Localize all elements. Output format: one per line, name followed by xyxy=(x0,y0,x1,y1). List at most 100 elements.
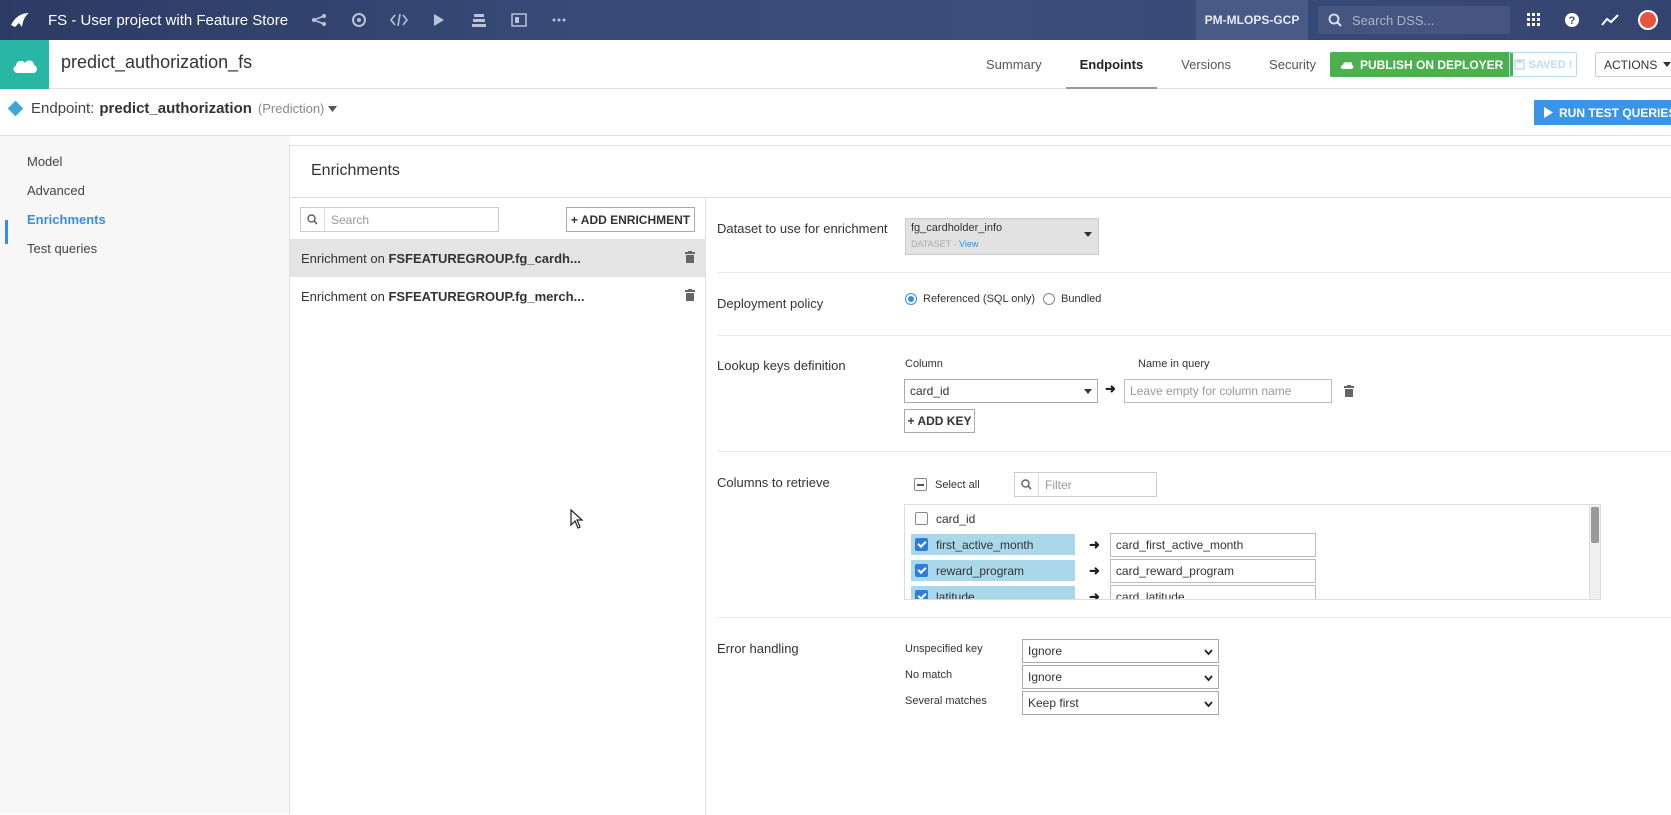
nav-item-model[interactable]: Model xyxy=(27,154,62,169)
enrichment-detail: Dataset to use for enrichment fg_cardhol… xyxy=(707,198,1671,815)
more-icon[interactable] xyxy=(548,9,570,31)
no-match-value: Ignore xyxy=(1028,670,1063,684)
enrichment-prefix: Enrichment on xyxy=(301,250,389,266)
enrichment-list-item[interactable]: Enrichment on FSFEATUREGROUP.fg_merch... xyxy=(290,277,705,315)
column-toggle[interactable]: latitude xyxy=(911,586,1075,599)
radio-dot[interactable] xyxy=(1043,293,1055,305)
column-row: first_active_month ➜ card_first_active_m… xyxy=(911,532,1316,557)
no-match-select[interactable]: Ignore xyxy=(1022,665,1219,689)
actions-dropdown[interactable]: ACTIONS xyxy=(1595,52,1671,77)
search-placeholder: Search xyxy=(331,212,370,227)
add-key-button[interactable]: + ADD KEY xyxy=(904,409,975,433)
dataset-select[interactable]: fg_cardholder_info DATASET - View xyxy=(905,218,1099,255)
column-toggle[interactable]: first_active_month xyxy=(911,534,1075,555)
column-alias-input[interactable]: card_first_active_month xyxy=(1109,532,1316,557)
endpoint-type: (Prediction) xyxy=(257,101,325,116)
nav-item-test-queries[interactable]: Test queries xyxy=(27,241,97,256)
help-icon[interactable]: ? xyxy=(1562,10,1582,30)
column-alias-input[interactable]: card_reward_program xyxy=(1109,558,1316,583)
lookup-column-select[interactable]: card_id xyxy=(904,379,1098,403)
column-checkbox[interactable] xyxy=(915,538,928,551)
search-icon xyxy=(1328,13,1342,27)
service-header: predict_authorization_fs Summary Endpoin… xyxy=(0,40,1671,89)
column-filter-input[interactable]: Filter xyxy=(1014,472,1157,497)
run-test-queries-button[interactable]: RUN TEST QUERIES xyxy=(1534,100,1671,125)
radio-dot[interactable] xyxy=(905,293,917,305)
columns-scrollbar[interactable] xyxy=(1589,505,1600,599)
nav-item-enrichments[interactable]: Enrichments xyxy=(27,212,106,227)
saved-button[interactable]: SAVED ! xyxy=(1509,52,1577,77)
global-search-input[interactable]: Search DSS... xyxy=(1318,6,1510,34)
code-icon[interactable] xyxy=(388,9,410,31)
column-checkbox[interactable] xyxy=(915,564,928,577)
column-toggle[interactable]: reward_program xyxy=(911,560,1075,581)
svg-text:?: ? xyxy=(1569,15,1576,27)
arrow-right-icon: ➜ xyxy=(1089,562,1100,578)
several-matches-select[interactable]: Keep first xyxy=(1022,691,1219,715)
nav-item-advanced[interactable]: Advanced xyxy=(27,183,85,198)
radio-referenced[interactable]: Referenced (SQL only) xyxy=(905,293,1035,305)
column-row: latitude ➜ card_latitude xyxy=(911,584,1316,599)
lab-icon[interactable] xyxy=(348,9,370,31)
dataset-view-link[interactable]: View xyxy=(959,239,978,249)
column-toggle[interactable]: card_id xyxy=(911,508,1075,529)
flow-icon[interactable] xyxy=(308,9,330,31)
several-matches-label: Several matches xyxy=(905,695,987,707)
scrollbar-thumb[interactable] xyxy=(1591,507,1599,543)
activity-icon[interactable] xyxy=(1600,10,1620,30)
enrichment-search-input[interactable]: Search xyxy=(300,207,499,232)
project-tools xyxy=(308,9,570,31)
columns-list[interactable]: card_id first_active_month ➜ card_first_… xyxy=(904,504,1601,600)
arrow-right-icon: ➜ xyxy=(1105,381,1116,396)
divider xyxy=(717,451,1671,452)
enrichment-list-pane: Search + ADD ENRICHMENT Enrichment on FS… xyxy=(290,198,706,815)
apps-grid-icon[interactable] xyxy=(1524,10,1544,30)
enrichments-panel: Enrichments Search + ADD ENRICHMENT Enri… xyxy=(289,145,1671,815)
publish-on-deployer-button[interactable]: PUBLISH ON DEPLOYER xyxy=(1330,52,1514,77)
divider xyxy=(717,617,1671,618)
column-alias-input[interactable]: card_latitude xyxy=(1109,584,1316,599)
lookup-column-value: card_id xyxy=(910,384,950,398)
tab-summary[interactable]: Summary xyxy=(972,40,1056,89)
panel-heading: Enrichments xyxy=(311,162,400,179)
unspecified-key-value: Ignore xyxy=(1028,644,1063,658)
name-in-query-input[interactable]: Leave empty for column name xyxy=(1124,379,1332,403)
filter-placeholder: Filter xyxy=(1045,477,1072,492)
select-all-check[interactable] xyxy=(914,478,927,491)
actions-label: ACTIONS xyxy=(1604,57,1658,72)
run-test-label: RUN TEST QUERIES xyxy=(1559,105,1671,120)
tab-security[interactable]: Security xyxy=(1255,40,1330,89)
project-title[interactable]: FS - User project with Feature Store xyxy=(48,12,288,29)
saved-label: SAVED ! xyxy=(1528,58,1573,71)
dss-logo-icon[interactable] xyxy=(0,0,40,40)
deployment-label: Deployment policy xyxy=(717,296,824,311)
tab-versions[interactable]: Versions xyxy=(1167,40,1245,89)
enrichment-list-item[interactable]: Enrichment on FSFEATUREGROUP.fg_cardh... xyxy=(290,239,705,277)
several-matches-value: Keep first xyxy=(1028,696,1079,710)
deploy-icon[interactable] xyxy=(468,9,490,31)
trash-icon[interactable] xyxy=(1344,385,1354,400)
column-row: card_id xyxy=(911,508,1075,529)
trash-icon[interactable] xyxy=(685,251,695,266)
column-checkbox[interactable] xyxy=(915,590,928,599)
trash-icon[interactable] xyxy=(685,289,695,304)
tab-endpoints[interactable]: Endpoints xyxy=(1065,40,1158,89)
play-icon xyxy=(1544,107,1553,118)
dataset-label: Dataset to use for enrichment xyxy=(717,221,888,236)
radio-bundled[interactable]: Bundled xyxy=(1043,293,1101,305)
instance-badge[interactable]: PM-MLOPS-GCP xyxy=(1196,0,1308,40)
dashboard-icon[interactable] xyxy=(508,9,530,31)
chevron-down-icon xyxy=(1204,671,1213,685)
cloud-icon xyxy=(0,40,49,89)
caret-down-icon xyxy=(1663,62,1671,67)
endpoint-settings-nav: Model Advanced Enrichments Test queries xyxy=(0,136,290,814)
avatar[interactable] xyxy=(1638,10,1658,30)
column-checkbox[interactable] xyxy=(915,512,928,525)
play-icon[interactable] xyxy=(428,9,450,31)
service-title: predict_authorization_fs xyxy=(61,52,253,72)
enrichment-prefix: Enrichment on xyxy=(301,288,389,304)
add-enrichment-button[interactable]: + ADD ENRICHMENT xyxy=(566,207,695,232)
select-all-checkbox[interactable]: Select all xyxy=(914,478,980,491)
unspecified-key-select[interactable]: Ignore xyxy=(1022,639,1219,663)
endpoint-selector[interactable]: Endpoint: predict_authorization (Predict… xyxy=(7,100,338,117)
